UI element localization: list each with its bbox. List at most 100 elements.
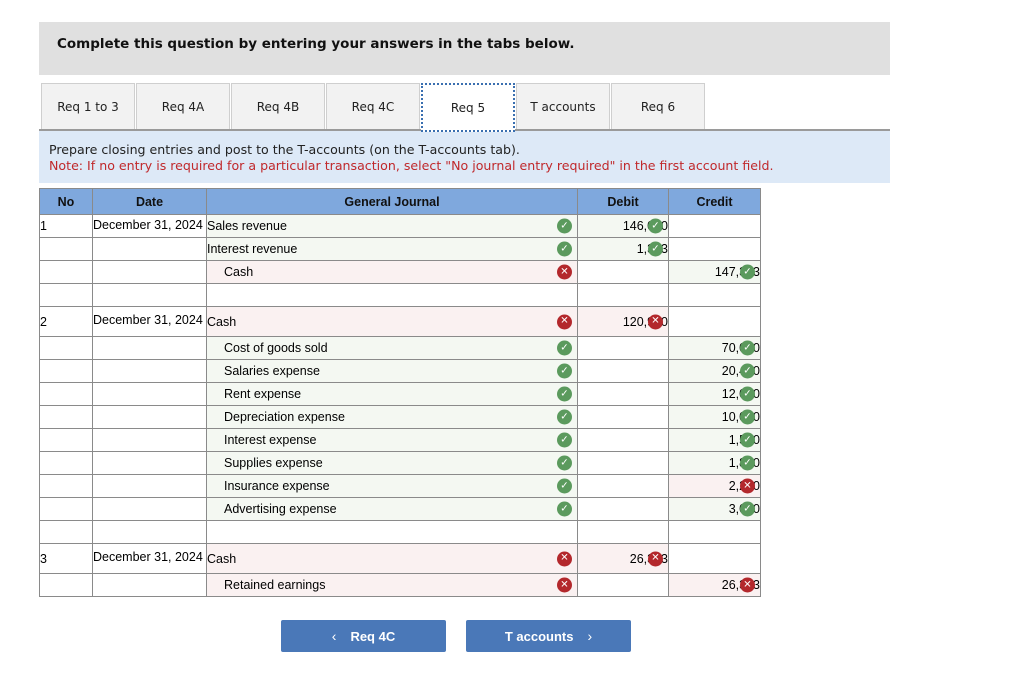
blank-cell <box>39 520 93 544</box>
cross-icon: ✕ <box>557 551 572 566</box>
debit-field[interactable] <box>577 405 669 429</box>
next-button-label: T accounts <box>504 628 574 644</box>
debit-field[interactable] <box>577 359 669 383</box>
credit-field[interactable]: 10,000✓ <box>668 405 761 429</box>
cross-icon: ✕ <box>648 551 663 566</box>
debit-field[interactable] <box>577 428 669 452</box>
debit-field[interactable] <box>577 474 669 498</box>
blank-cell <box>92 520 207 544</box>
tab-req-4a[interactable]: Req 4A <box>136 83 230 130</box>
account-field[interactable]: Supplies expense ✓ <box>206 451 578 475</box>
cell-no: 1 <box>39 214 93 238</box>
credit-field[interactable] <box>668 306 761 337</box>
blank-cell[interactable] <box>668 520 761 544</box>
cell-date <box>92 428 207 452</box>
check-icon: ✓ <box>740 386 755 402</box>
next-t-accounts-button[interactable]: T accounts › <box>466 620 631 652</box>
account-field[interactable]: Interest expense ✓ <box>206 428 578 452</box>
debit-field[interactable] <box>577 260 669 284</box>
blank-cell[interactable] <box>206 520 578 544</box>
account-field[interactable]: Retained earnings ✕ <box>206 573 578 597</box>
header-date: Date <box>92 188 207 215</box>
account-field[interactable]: Interest revenue ✓ <box>206 237 578 261</box>
account-field[interactable]: Cost of goods sold ✓ <box>206 336 578 360</box>
journal-row: Rent expense✓12,000✓ <box>39 382 761 406</box>
cell-no <box>39 237 93 261</box>
account-name: Salaries expense <box>224 364 320 378</box>
check-icon: ✓ <box>648 241 663 257</box>
debit-field[interactable] <box>577 497 669 521</box>
tab-req-4b[interactable]: Req 4B <box>231 83 325 130</box>
debit-field[interactable] <box>577 573 669 597</box>
account-name: Sales revenue <box>207 219 287 233</box>
table-body: 1 December 31, 2024 Sales revenue ✓ 146,000 ✓… <box>39 214 761 597</box>
journal-row: Cash ✕ 147,333 ✓ <box>39 260 761 284</box>
credit-field[interactable] <box>668 237 761 261</box>
journal-row: Advertising expense✓ 3,000✓ <box>39 497 761 521</box>
credit-field[interactable]: 3,000✓ <box>668 497 761 521</box>
cell-date <box>92 474 207 498</box>
tab-req-4c[interactable]: Req 4C <box>326 83 420 130</box>
credit-field[interactable] <box>668 543 761 574</box>
debit-field[interactable]: 146,000 ✓ <box>577 214 669 238</box>
table-header-row: No Date General Journal Debit Credit <box>39 188 761 215</box>
credit-field[interactable]: 1,800✓ <box>668 451 761 475</box>
account-field[interactable]: Sales revenue ✓ <box>206 214 578 238</box>
credit-field[interactable]: 12,000✓ <box>668 382 761 406</box>
blank-cell[interactable] <box>206 283 578 307</box>
debit-field[interactable] <box>577 451 669 475</box>
account-field[interactable]: Insurance expense ✓ <box>206 474 578 498</box>
header-no: No <box>39 188 93 215</box>
tab-req-6[interactable]: Req 6 <box>611 83 705 130</box>
credit-field[interactable]: 2,250✕ <box>668 474 761 498</box>
journal-row: Cost of goods sold✓ 70,000✓ <box>39 336 761 360</box>
cell-no <box>39 573 93 597</box>
debit-field[interactable] <box>577 382 669 406</box>
account-field[interactable]: Advertising expense ✓ <box>206 497 578 521</box>
credit-field[interactable]: 20,400✓ <box>668 359 761 383</box>
account-name: Rent expense <box>224 387 302 401</box>
tab-t-accounts[interactable]: T accounts <box>516 83 610 130</box>
check-icon: ✓ <box>557 241 572 257</box>
credit-field[interactable]: 147,333 ✓ <box>668 260 761 284</box>
check-icon: ✓ <box>740 432 755 448</box>
account-field[interactable]: Cash ✕ <box>206 543 578 574</box>
cell-date <box>92 382 207 406</box>
cell-date <box>92 260 207 284</box>
credit-field[interactable]: 70,000✓ <box>668 336 761 360</box>
tab-req-5[interactable]: Req 5 <box>421 83 515 132</box>
check-icon: ✓ <box>557 386 572 402</box>
credit-field[interactable] <box>668 214 761 238</box>
account-name: Depreciation expense <box>224 410 345 424</box>
credit-field[interactable]: 26,383✕ <box>668 573 761 597</box>
account-name: Cash <box>224 265 254 279</box>
debit-field[interactable]: 1,333✓ <box>577 237 669 261</box>
account-field[interactable]: Cash ✕ <box>206 260 578 284</box>
prev-req-4c-button[interactable]: ‹ Req 4C <box>281 620 446 652</box>
instruction-text: Complete this question by entering your … <box>57 36 575 52</box>
tab-req-1-to-3[interactable]: Req 1 to 3 <box>41 83 135 130</box>
blank-cell[interactable] <box>668 283 761 307</box>
account-field[interactable]: Cash ✕ <box>206 306 578 337</box>
check-icon: ✓ <box>740 363 755 379</box>
cell-date <box>92 237 207 261</box>
debit-field[interactable] <box>577 336 669 360</box>
cell-date <box>92 336 207 360</box>
cell-date <box>92 451 207 475</box>
account-name: Cash <box>207 314 237 329</box>
account-field[interactable]: Depreciation expense ✓ <box>206 405 578 429</box>
cell-date <box>92 405 207 429</box>
blank-cell[interactable] <box>577 283 669 307</box>
credit-field[interactable]: 1,500✓ <box>668 428 761 452</box>
account-field[interactable]: Salaries expense ✓ <box>206 359 578 383</box>
cell-date[interactable]: December 31, 2024 <box>92 214 207 238</box>
cell-date[interactable]: December 31, 2024 <box>92 543 207 574</box>
blank-cell[interactable] <box>577 520 669 544</box>
debit-field[interactable]: 120,950 ✕ <box>577 306 669 337</box>
account-field[interactable]: Rent expense ✓ <box>206 382 578 406</box>
prompt-text: Prepare closing entries and post to the … <box>49 142 520 157</box>
check-icon: ✓ <box>740 455 755 471</box>
cell-date[interactable]: December 31, 2024 <box>92 306 207 337</box>
debit-field[interactable]: 26,383✕ <box>577 543 669 574</box>
check-icon: ✓ <box>648 218 663 234</box>
